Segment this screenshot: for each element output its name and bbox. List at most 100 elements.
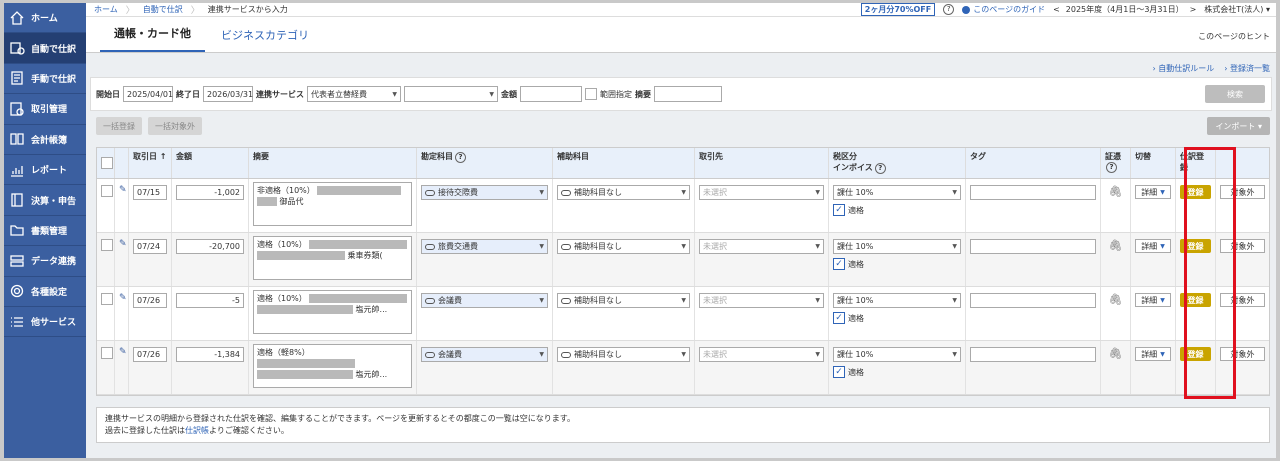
invoice-checkbox[interactable]: ✓ 適格 bbox=[833, 312, 961, 324]
sub-service-select[interactable]: ▼ bbox=[404, 86, 498, 102]
account-select[interactable]: 旅費交通費 ▼ bbox=[421, 239, 548, 254]
invoice-checkbox[interactable]: ✓ 適格 bbox=[833, 204, 961, 216]
sidebar-item-other-services[interactable]: 他サービス bbox=[4, 307, 86, 338]
header-date[interactable]: 取引日 ↑ bbox=[129, 148, 172, 178]
exclude-button[interactable]: 対象外 bbox=[1220, 347, 1265, 361]
partner-select[interactable]: 未選択 ▼ bbox=[699, 347, 824, 362]
partner-select[interactable]: 未選択 ▼ bbox=[699, 293, 824, 308]
tax-select[interactable]: 課仕 10% ▼ bbox=[833, 293, 961, 308]
breadcrumb-auto-journal[interactable]: 自動で仕訳 bbox=[135, 4, 191, 15]
sidebar-item-documents[interactable]: 書類管理 bbox=[4, 216, 86, 247]
paperclip-icon[interactable]: 🖇 bbox=[1105, 239, 1126, 252]
help-icon[interactable]: ? bbox=[455, 152, 466, 163]
pencil-icon[interactable]: ✎ bbox=[119, 185, 127, 195]
tax-select[interactable]: 課仕 10% ▼ bbox=[833, 185, 961, 200]
sidebar-item-settlement[interactable]: 決算・申告 bbox=[4, 185, 86, 216]
breadcrumb-home[interactable]: ホーム bbox=[86, 4, 126, 15]
next-year-button[interactable]: > bbox=[1190, 5, 1197, 14]
sidebar-item-data-link[interactable]: データ連携 bbox=[4, 246, 86, 277]
sidebar-item-ledger[interactable]: 会計帳簿 bbox=[4, 125, 86, 155]
sidebar-item-manual-journal[interactable]: 手動で仕訳 bbox=[4, 64, 86, 95]
help-icon[interactable]: ? bbox=[1106, 162, 1117, 173]
service-select[interactable]: 代表者立替経費 ▼ bbox=[307, 86, 401, 102]
date-input[interactable]: 07/26 bbox=[133, 293, 167, 308]
bulk-exclude-button[interactable]: 一括対象外 bbox=[148, 117, 202, 135]
help-icon[interactable]: ? bbox=[874, 163, 886, 174]
sidebar-item-auto-journal[interactable]: 自動で仕訳 bbox=[4, 33, 86, 64]
sub-account-select[interactable]: 補助科目なし ▼ bbox=[557, 293, 690, 308]
register-button[interactable]: 登録 bbox=[1180, 347, 1211, 361]
amount-input[interactable] bbox=[520, 86, 582, 102]
sub-account-select[interactable]: 補助科目なし ▼ bbox=[557, 239, 690, 254]
amount-input[interactable]: -1,002 bbox=[176, 185, 244, 200]
invoice-checkbox[interactable]: ✓ 適格 bbox=[833, 258, 961, 270]
help-icon[interactable]: ? bbox=[943, 4, 955, 15]
summary-textarea[interactable]: 適格（10%） 塩元帥... bbox=[253, 290, 412, 334]
amount-input[interactable]: -1,384 bbox=[176, 347, 244, 362]
invoice-checkbox[interactable]: ✓ 適格 bbox=[833, 366, 961, 378]
tax-select[interactable]: 課仕 10% ▼ bbox=[833, 347, 961, 362]
row-checkbox[interactable] bbox=[101, 347, 113, 359]
row-checkbox[interactable] bbox=[101, 239, 113, 251]
end-date-input[interactable]: 2026/03/31 bbox=[203, 86, 253, 102]
sub-account-select[interactable]: 補助科目なし ▼ bbox=[557, 185, 690, 200]
partner-select[interactable]: 未選択 ▼ bbox=[699, 185, 824, 200]
account-select[interactable]: 会議費 ▼ bbox=[421, 347, 548, 362]
sub-account-select[interactable]: 補助科目なし ▼ bbox=[557, 347, 690, 362]
guide-link[interactable]: このページのガイド bbox=[962, 4, 1045, 15]
pencil-icon[interactable]: ✎ bbox=[119, 293, 127, 303]
start-date-input[interactable]: 2025/04/01 bbox=[123, 86, 173, 102]
tab-bankbook-card[interactable]: 通帳・カード他 bbox=[100, 25, 205, 52]
account-select[interactable]: 会議費 ▼ bbox=[421, 293, 548, 308]
registered-list-link[interactable]: › 登録済一覧 bbox=[1224, 63, 1270, 74]
paperclip-icon[interactable]: 🖇 bbox=[1105, 347, 1126, 360]
range-checkbox[interactable] bbox=[585, 88, 597, 100]
sidebar-item-report[interactable]: レポート bbox=[4, 155, 86, 186]
paperclip-icon[interactable]: 🖇 bbox=[1105, 185, 1126, 198]
auto-rule-link[interactable]: › 自動仕訳ルール bbox=[1153, 63, 1215, 74]
paperclip-icon[interactable]: 🖇 bbox=[1105, 293, 1126, 306]
tag-input[interactable] bbox=[970, 185, 1096, 200]
page-hint-link[interactable]: このページのヒント bbox=[1198, 31, 1270, 42]
company-menu[interactable]: 株式会社T(法人) ▾ bbox=[1204, 4, 1270, 15]
row-checkbox[interactable] bbox=[101, 185, 113, 197]
detail-dropdown[interactable]: 詳細 ▼ bbox=[1135, 239, 1171, 253]
sidebar-item-settings[interactable]: 各種設定 bbox=[4, 277, 86, 307]
tag-input[interactable] bbox=[970, 239, 1096, 254]
tax-select[interactable]: 課仕 10% ▼ bbox=[833, 239, 961, 254]
journal-book-link[interactable]: 仕訳帳 bbox=[185, 426, 209, 435]
select-all-checkbox[interactable] bbox=[101, 157, 113, 169]
prev-year-button[interactable]: < bbox=[1053, 5, 1060, 14]
summary-textarea[interactable]: 適格（軽8%） 塩元帥... bbox=[253, 344, 412, 388]
search-button[interactable]: 検索 bbox=[1205, 85, 1265, 103]
detail-dropdown[interactable]: 詳細 ▼ bbox=[1135, 347, 1171, 361]
promo-button[interactable]: 2ヶ月分70%OFF bbox=[860, 3, 936, 16]
amount-input[interactable]: -20,700 bbox=[176, 239, 244, 254]
account-select[interactable]: 接待交際費 ▼ bbox=[421, 185, 548, 200]
register-button[interactable]: 登録 bbox=[1180, 239, 1211, 253]
tab-business-category[interactable]: ビジネスカテゴリ bbox=[207, 27, 323, 52]
exclude-button[interactable]: 対象外 bbox=[1220, 185, 1265, 199]
summary-input[interactable] bbox=[654, 86, 722, 102]
detail-dropdown[interactable]: 詳細 ▼ bbox=[1135, 185, 1171, 199]
row-checkbox[interactable] bbox=[101, 293, 113, 305]
exclude-button[interactable]: 対象外 bbox=[1220, 239, 1265, 253]
tag-input[interactable] bbox=[970, 293, 1096, 308]
pencil-icon[interactable]: ✎ bbox=[119, 239, 127, 249]
sidebar-item-home[interactable]: ホーム bbox=[4, 3, 86, 34]
register-button[interactable]: 登録 bbox=[1180, 293, 1211, 307]
summary-textarea[interactable]: 非適格（10%） 御品代 bbox=[253, 182, 412, 226]
sidebar-item-transactions[interactable]: 取引管理 bbox=[4, 94, 86, 125]
register-button[interactable]: 登録 bbox=[1180, 185, 1211, 199]
date-input[interactable]: 07/15 bbox=[133, 185, 167, 200]
pencil-icon[interactable]: ✎ bbox=[119, 347, 127, 357]
date-input[interactable]: 07/24 bbox=[133, 239, 167, 254]
partner-select[interactable]: 未選択 ▼ bbox=[699, 239, 824, 254]
date-input[interactable]: 07/26 bbox=[133, 347, 167, 362]
tag-input[interactable] bbox=[970, 347, 1096, 362]
summary-textarea[interactable]: 適格（10%） 乗車券類( bbox=[253, 236, 412, 280]
bulk-register-button[interactable]: 一括登録 bbox=[96, 117, 142, 135]
amount-input[interactable]: -5 bbox=[176, 293, 244, 308]
import-button[interactable]: インポート ▾ bbox=[1207, 117, 1270, 135]
exclude-button[interactable]: 対象外 bbox=[1220, 293, 1265, 307]
